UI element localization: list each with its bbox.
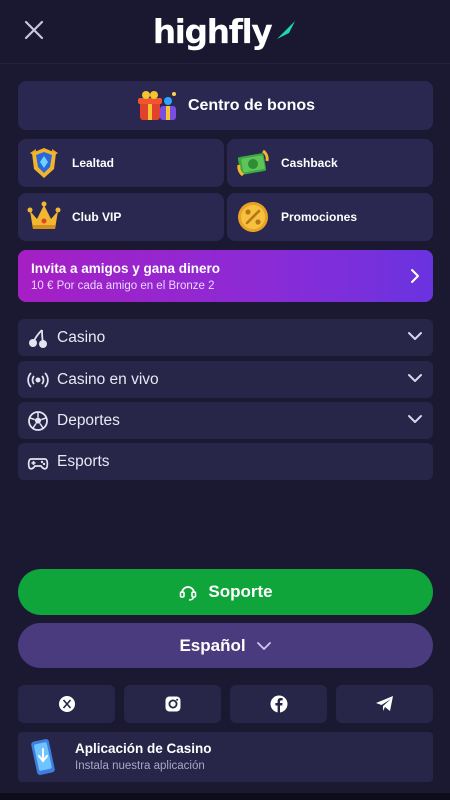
gift-icon <box>136 86 180 126</box>
logo[interactable]: highfly <box>0 12 450 51</box>
headset-icon <box>180 586 197 601</box>
instagram-icon <box>165 696 180 712</box>
club-vip-label: Club VIP <box>72 210 122 224</box>
cashback-icon <box>235 145 271 181</box>
promotions-button[interactable]: Promociones <box>227 193 433 241</box>
promotions-label: Promociones <box>281 210 358 224</box>
instagram-button[interactable] <box>124 685 221 723</box>
chevron-down-icon <box>408 332 422 340</box>
app-banner-title: Aplicación de Casino <box>75 741 212 756</box>
nav-casino-label: Casino <box>57 328 106 346</box>
live-broadcast-icon <box>26 368 50 392</box>
invite-title: Invita a amigos y gana dinero <box>31 261 221 276</box>
nav-item-esports[interactable]: Esports <box>18 443 433 480</box>
logo-swoosh-icon <box>277 21 296 39</box>
chevron-down-icon <box>256 641 271 650</box>
facebook-button[interactable] <box>230 685 327 723</box>
facebook-icon <box>270 695 287 713</box>
x-icon <box>58 696 75 712</box>
loyalty-label: Lealtad <box>72 156 115 170</box>
nav-sports-label: Deportes <box>57 411 120 429</box>
nav-esports-label: Esports <box>57 452 110 470</box>
bottom-bar <box>0 793 450 800</box>
cherries-icon <box>26 326 50 350</box>
nav-live-casino-label: Casino en vivo <box>57 370 159 388</box>
language-label: Español <box>179 635 246 655</box>
invite-friends-banner[interactable]: Invita a amigos y gana dinero 10 € Por c… <box>18 250 433 302</box>
nav-item-live-casino[interactable]: Casino en vivo <box>18 361 433 398</box>
telegram-icon <box>375 696 393 711</box>
side-menu: highfly Centro de bonos Lealtad Cashback… <box>0 0 450 800</box>
phone-download-icon <box>31 739 55 775</box>
language-selector[interactable]: Español <box>18 623 433 668</box>
chevron-down-icon <box>408 374 422 382</box>
cashback-button[interactable]: Cashback <box>227 139 433 187</box>
logo-text-fly: fly <box>228 12 273 51</box>
support-button[interactable]: Soporte <box>18 569 433 615</box>
nav-item-casino[interactable]: Casino <box>18 319 433 356</box>
bonus-center-button[interactable]: Centro de bonos <box>18 81 433 130</box>
cashback-label: Cashback <box>281 156 338 170</box>
logo-text-high: high <box>152 12 230 51</box>
club-vip-button[interactable]: Club VIP <box>18 193 224 241</box>
nav-item-sports[interactable]: Deportes <box>18 402 433 439</box>
header: highfly <box>0 0 450 64</box>
percent-coin-icon <box>235 199 271 235</box>
soccer-ball-icon <box>26 409 50 433</box>
crown-icon <box>26 199 62 235</box>
casino-app-banner[interactable]: Aplicación de Casino Instala nuestra apl… <box>18 732 433 782</box>
telegram-button[interactable] <box>336 685 433 723</box>
loyalty-button[interactable]: Lealtad <box>18 139 224 187</box>
chevron-right-icon <box>411 269 419 283</box>
shield-badge-icon <box>26 145 62 181</box>
gamepad-icon <box>26 450 50 474</box>
chevron-down-icon <box>408 415 422 423</box>
x-button[interactable] <box>18 685 115 723</box>
bonus-center-label: Centro de bonos <box>187 96 316 114</box>
support-label: Soporte <box>208 582 273 601</box>
app-banner-subtitle: Instala nuestra aplicación <box>75 760 205 772</box>
invite-subtitle: 10 € Por cada amigo en el Bronze 2 <box>31 280 215 292</box>
